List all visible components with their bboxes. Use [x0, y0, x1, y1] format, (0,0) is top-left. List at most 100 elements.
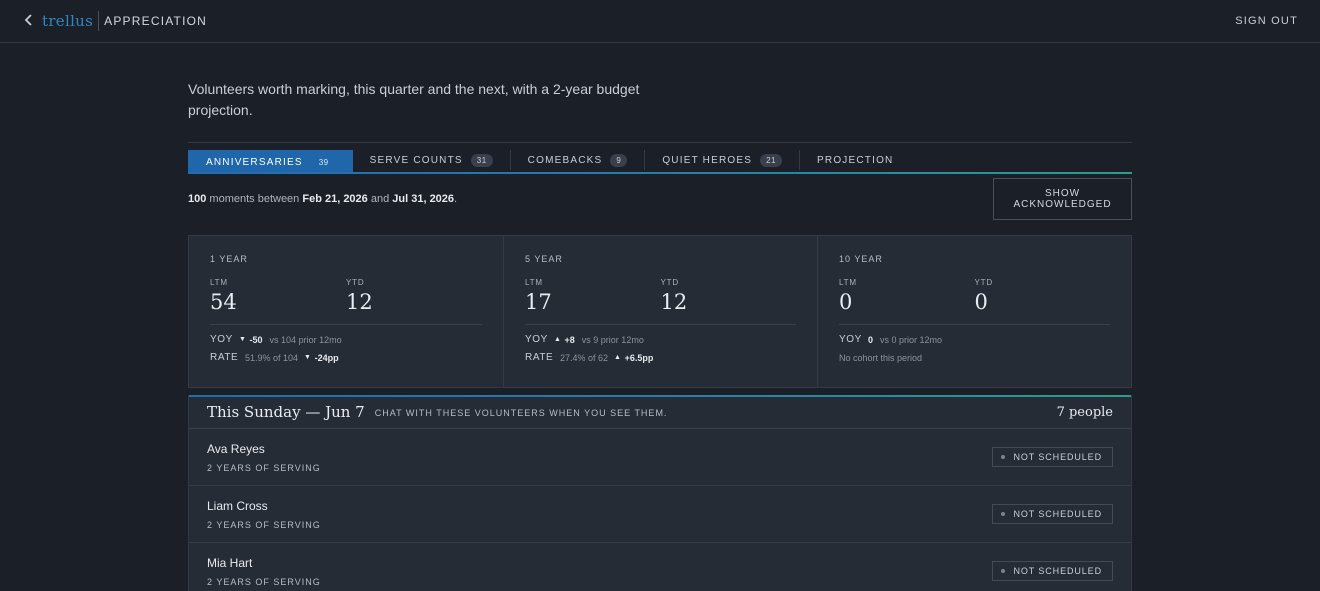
- yoy-line: YOY ▼ -50 vs 104 prior 12mo: [210, 334, 482, 345]
- volunteer-tenure: 2 YEARS OF SERVING: [207, 462, 321, 473]
- yoy-comparison: vs 9 prior 12mo: [581, 334, 644, 345]
- cohort-note: No cohort this period: [839, 353, 923, 363]
- upcoming-panel: This Sunday — Jun 7 CHAT WITH THESE VOLU…: [188, 395, 1132, 591]
- stat-card-1-year: 1 YEAR LTM 54 YTD 12 YOY ▼ -50 vs 104 pr…: [189, 236, 504, 387]
- rate-line: RATE 27.4% of 62 ▲ +6.5pp: [525, 352, 796, 363]
- rate-label: RATE: [525, 352, 554, 363]
- status-label: NOT SCHEDULED: [1013, 452, 1102, 462]
- status-badge: NOT SCHEDULED: [992, 447, 1113, 467]
- ltm-value: 17: [525, 290, 552, 314]
- ytd-value: 12: [660, 290, 688, 314]
- panel-header: This Sunday — Jun 7 CHAT WITH THESE VOLU…: [189, 396, 1131, 429]
- volunteer-info: Ava Reyes 2 YEARS OF SERVING: [207, 442, 321, 473]
- tab-label: QUIET HEROES: [662, 154, 753, 166]
- summary-text: .: [454, 193, 458, 205]
- ytd-label: YTD: [346, 278, 365, 287]
- tab-label: SERVE COUNTS: [369, 154, 463, 166]
- trend-up-icon: ▲: [554, 336, 562, 343]
- summary-text: and: [367, 193, 393, 205]
- stat-card-10-year: 10 YEAR LTM 0 YTD 0 YOY 0 vs 0 prior 12m…: [818, 236, 1131, 387]
- divider: [98, 11, 100, 31]
- volunteer-name[interactable]: Liam Cross: [207, 499, 321, 513]
- section-title: APPRECIATION: [104, 14, 207, 28]
- moments-count: 100: [188, 193, 207, 205]
- ltm-label: LTM: [210, 278, 228, 287]
- tab-count-badge: 31: [470, 153, 493, 167]
- volunteer-info: Mia Hart 2 YEARS OF SERVING: [207, 556, 321, 587]
- status-badge: NOT SCHEDULED: [992, 561, 1113, 581]
- ytd-column: YTD 0: [975, 278, 1111, 314]
- rate-delta: -24pp: [314, 352, 339, 363]
- stat-title: 5 YEAR: [525, 254, 563, 264]
- people-count: 7 people: [1056, 404, 1113, 420]
- chevron-left-icon[interactable]: [24, 13, 38, 29]
- end-date: Jul 31, 2026: [392, 193, 455, 205]
- ytd-value: 12: [346, 290, 373, 314]
- summary-row: 100 moments between Feb 21, 2026 and Jul…: [188, 178, 1132, 220]
- start-date: Feb 21, 2026: [302, 193, 368, 205]
- tab-count-badge: 9: [610, 153, 628, 167]
- ytd-label: YTD: [974, 278, 993, 287]
- yoy-comparison: vs 104 prior 12mo: [269, 334, 342, 345]
- sign-out-button[interactable]: SIGN OUT: [1235, 15, 1298, 27]
- status-dot-icon: [1001, 512, 1006, 516]
- logo[interactable]: trellus: [42, 12, 98, 30]
- volunteer-name[interactable]: Mia Hart: [207, 556, 321, 570]
- ltm-label: LTM: [525, 278, 543, 287]
- status-dot-icon: [1001, 569, 1006, 573]
- tab-label: ANNIVERSARIES: [206, 156, 303, 168]
- tab-count-badge: 39: [318, 157, 329, 167]
- volunteer-tenure: 2 YEARS OF SERVING: [207, 519, 321, 530]
- ltm-label: LTM: [839, 278, 857, 287]
- panel-subtitle: CHAT WITH THESE VOLUNTEERS WHEN YOU SEE …: [374, 408, 668, 418]
- ytd-column: YTD 12: [661, 278, 797, 314]
- yoy-delta: 0: [868, 334, 874, 345]
- yoy-line: YOY ▲ +8 vs 9 prior 12mo: [525, 334, 796, 345]
- ltm-value: 0: [839, 290, 853, 314]
- main-content: Volunteers worth marking, this quarter a…: [188, 43, 1132, 591]
- stat-numbers: LTM 17 YTD 12: [525, 278, 796, 325]
- yoy-delta: -50: [249, 334, 263, 345]
- yoy-label: YOY: [839, 334, 862, 345]
- ltm-column: LTM 54: [210, 278, 346, 314]
- list-item[interactable]: Mia Hart 2 YEARS OF SERVING NOT SCHEDULE…: [189, 543, 1131, 591]
- rate-detail: 27.4% of 62: [560, 352, 609, 363]
- tab-anniversaries[interactable]: ANNIVERSARIES 39: [188, 150, 353, 174]
- stat-title: 10 YEAR: [839, 254, 883, 264]
- top-bar: trellus APPRECIATION SIGN OUT: [0, 0, 1320, 43]
- rate-line: RATE 51.9% of 104 ▼ -24pp: [210, 352, 482, 363]
- tab-bar: ANNIVERSARIES 39 SERVE COUNTS 31 COMEBAC…: [188, 142, 1132, 174]
- moments-summary: 100 moments between Feb 21, 2026 and Jul…: [188, 193, 457, 205]
- ytd-label: YTD: [660, 278, 679, 287]
- trend-up-icon: ▲: [614, 354, 622, 361]
- ytd-column: YTD 12: [346, 278, 482, 314]
- tab-count-badge: 21: [760, 153, 783, 167]
- tab-comebacks[interactable]: COMEBACKS 9: [511, 150, 646, 170]
- cohort-stats: 1 YEAR LTM 54 YTD 12 YOY ▼ -50 vs 104 pr…: [188, 235, 1132, 388]
- show-acknowledged-button[interactable]: SHOW ACKNOWLEDGED: [993, 178, 1132, 220]
- stat-title: 1 YEAR: [210, 254, 248, 264]
- ltm-column: LTM 17: [525, 278, 661, 314]
- volunteer-info: Liam Cross 2 YEARS OF SERVING: [207, 499, 321, 530]
- list-item[interactable]: Ava Reyes 2 YEARS OF SERVING NOT SCHEDUL…: [189, 429, 1131, 486]
- status-label: NOT SCHEDULED: [1013, 566, 1102, 576]
- rate-label: RATE: [210, 352, 239, 363]
- yoy-line: YOY 0 vs 0 prior 12mo: [839, 334, 1110, 345]
- trend-down-icon: ▼: [239, 336, 247, 343]
- tab-projection[interactable]: PROJECTION: [800, 150, 910, 170]
- tab-quiet-heroes[interactable]: QUIET HEROES 21: [645, 150, 801, 170]
- rate-delta: +6.5pp: [624, 352, 654, 363]
- ytd-value: 0: [974, 290, 988, 314]
- status-badge: NOT SCHEDULED: [992, 504, 1113, 524]
- stat-numbers: LTM 0 YTD 0: [839, 278, 1110, 325]
- list-item[interactable]: Liam Cross 2 YEARS OF SERVING NOT SCHEDU…: [189, 486, 1131, 543]
- tab-serve-counts[interactable]: SERVE COUNTS 31: [353, 150, 511, 170]
- panel-title: This Sunday — Jun 7: [207, 403, 365, 421]
- rate-detail: 51.9% of 104: [245, 352, 299, 363]
- trend-down-icon: ▼: [304, 354, 312, 361]
- yoy-comparison: vs 0 prior 12mo: [880, 334, 943, 345]
- volunteer-name[interactable]: Ava Reyes: [207, 442, 321, 456]
- volunteer-tenure: 2 YEARS OF SERVING: [207, 576, 321, 587]
- status-label: NOT SCHEDULED: [1013, 509, 1102, 519]
- ltm-value: 54: [210, 290, 237, 314]
